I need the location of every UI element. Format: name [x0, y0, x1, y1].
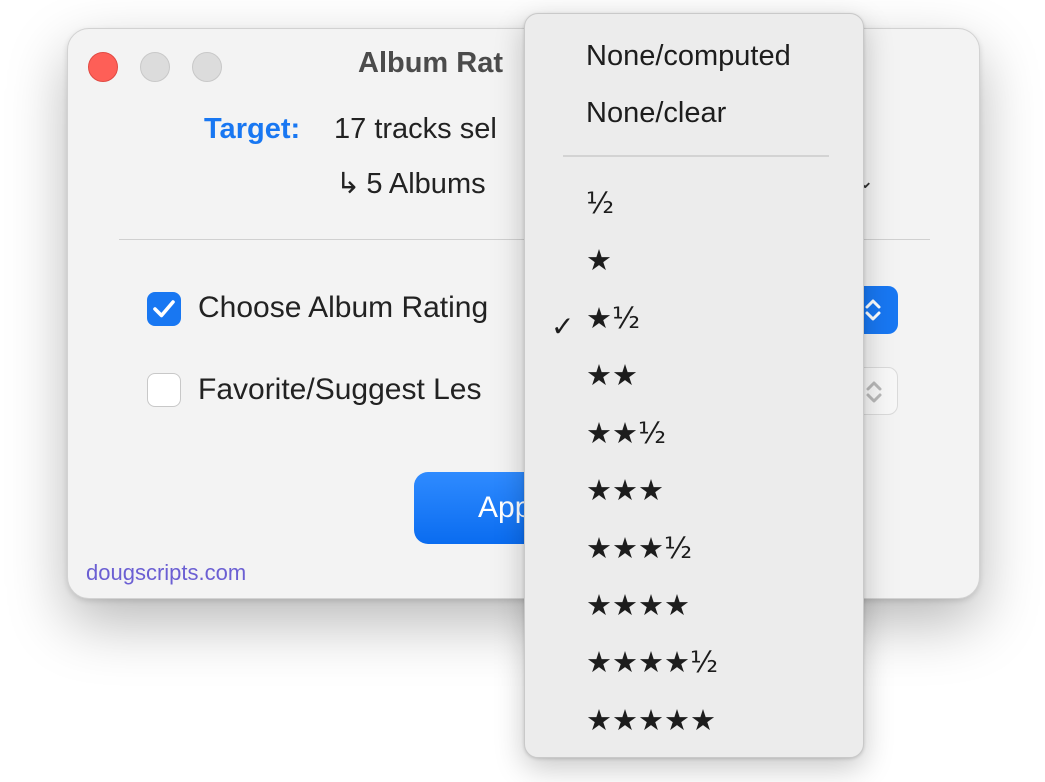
target-sub: ↳ 5 Albums [336, 166, 486, 201]
choose-rating-checkbox[interactable] [147, 292, 181, 326]
checkmark-icon [153, 300, 175, 318]
window-title: Album Rat [358, 47, 503, 79]
menu-item-2-5-stars[interactable]: ★★½ [586, 416, 666, 450]
dougscripts-link[interactable]: dougscripts.com [86, 560, 246, 586]
zoom-button[interactable] [192, 52, 222, 82]
arrow-icon: ↳ [336, 166, 361, 200]
minimize-button[interactable] [140, 52, 170, 82]
menu-item-2-stars[interactable]: ★★ [586, 358, 638, 392]
favorite-checkbox[interactable] [147, 373, 181, 407]
menu-item-4-stars[interactable]: ★★★★ [586, 588, 690, 622]
stage: Album Rat Target: 17 tracks sel ↳ 5 Album… [0, 0, 1045, 782]
choose-rating-label: Choose Album Rating [198, 291, 489, 324]
menu-item-3-stars[interactable]: ★★★ [586, 473, 664, 507]
menu-item-half-star[interactable]: ½ [586, 186, 614, 220]
target-value: 17 tracks sel [334, 113, 497, 145]
menu-separator [563, 155, 829, 157]
menu-item-4-5-stars[interactable]: ★★★★½ [586, 645, 718, 679]
menu-item-1-5-stars[interactable]: ★½ [586, 301, 640, 335]
menu-item-1-star[interactable]: ★ [586, 243, 612, 277]
rating-dropdown-menu: None/computed None/clear ½ ★ ✓ ★½ ★★ ★★½… [524, 13, 864, 758]
menu-item-none-clear[interactable]: None/clear [586, 97, 726, 130]
menu-item-5-stars[interactable]: ★★★★★ [586, 703, 716, 737]
favorite-label: Favorite/Suggest Les [198, 373, 482, 406]
menu-item-none-computed[interactable]: None/computed [586, 40, 791, 73]
close-button[interactable] [88, 52, 118, 82]
menu-item-3-5-stars[interactable]: ★★★½ [586, 531, 692, 565]
target-sub-text: 5 Albums [366, 168, 486, 200]
checkmark-icon: ✓ [551, 310, 575, 343]
target-label: Target: [204, 113, 301, 145]
